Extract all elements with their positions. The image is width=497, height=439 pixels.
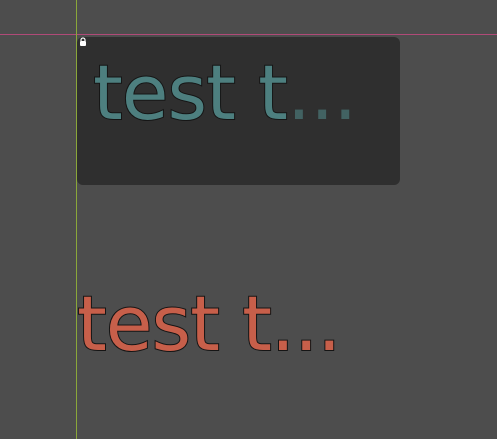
editor-viewport[interactable]: test t... test t... <box>0 0 497 439</box>
horizontal-guide-line[interactable] <box>0 34 497 35</box>
label-node-1-ellipsis: ... <box>286 48 357 137</box>
label-node-1-text: test t... <box>92 54 357 132</box>
label-node-2-text[interactable]: test t... <box>76 285 342 363</box>
label-node-1[interactable]: test t... <box>77 37 400 185</box>
label-node-1-visible-text: test t <box>92 48 289 137</box>
lock-icon[interactable] <box>78 37 88 47</box>
